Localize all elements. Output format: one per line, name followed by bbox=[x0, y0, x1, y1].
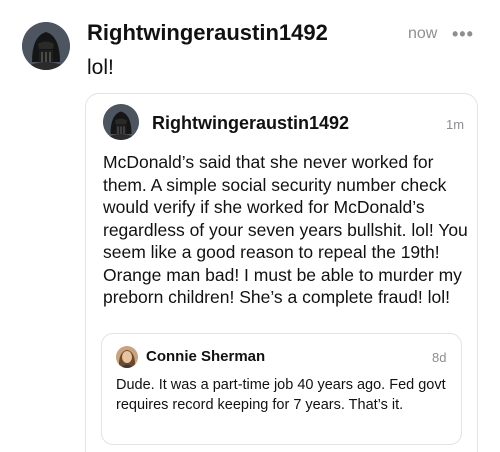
post-username[interactable]: Rightwingeraustin1492 bbox=[87, 20, 328, 46]
quoted-timestamp: 1m bbox=[446, 117, 465, 132]
nested-username[interactable]: Connie Sherman bbox=[146, 348, 265, 365]
nested-quote-text: Dude. It was a part-time job 40 years ag… bbox=[116, 377, 446, 413]
quoted-post-text: McDonald’s said that she never worked fo… bbox=[103, 152, 468, 307]
nested-avatar[interactable] bbox=[116, 346, 138, 368]
more-horizontal-icon[interactable]: ••• bbox=[452, 24, 474, 45]
avatar[interactable] bbox=[22, 22, 70, 70]
nested-timestamp: 8d bbox=[432, 350, 447, 365]
person-photo-avatar-icon bbox=[116, 346, 138, 368]
darth-vader-avatar-icon bbox=[22, 22, 70, 70]
darth-vader-avatar-icon bbox=[103, 104, 139, 140]
post-text: lol! bbox=[87, 56, 114, 79]
quoted-avatar[interactable] bbox=[103, 104, 139, 140]
thread-post: Rightwingeraustin1492 now ••• lol! Right… bbox=[0, 0, 500, 452]
quoted-username[interactable]: Rightwingeraustin1492 bbox=[152, 113, 349, 134]
post-timestamp: now bbox=[408, 25, 438, 42]
